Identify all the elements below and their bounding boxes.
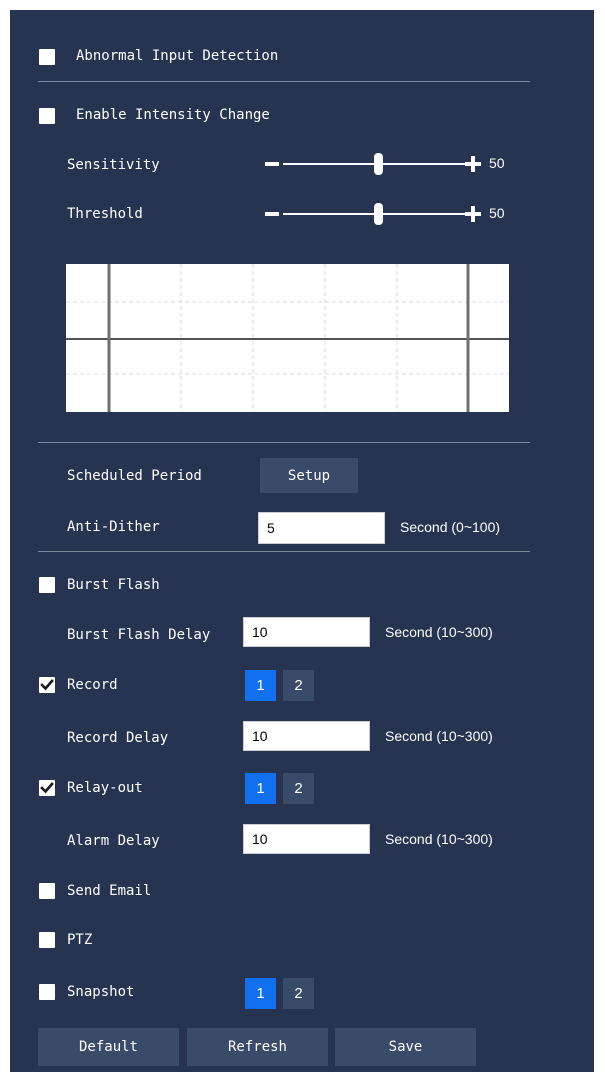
send-email-label: Send Email <box>67 883 152 899</box>
anti-dither-label: Anti-Dither <box>67 519 160 535</box>
default-button[interactable]: Default <box>38 1028 179 1066</box>
minus-icon[interactable] <box>265 212 279 216</box>
snapshot-channel-2[interactable]: 2 <box>283 978 314 1009</box>
alarm-delay-input[interactable]: 10 <box>243 824 370 854</box>
divider <box>38 81 530 82</box>
send-email-checkbox[interactable] <box>39 883 55 899</box>
refresh-button[interactable]: Refresh <box>187 1028 328 1066</box>
scheduled-period-label: Scheduled Period <box>67 468 202 484</box>
relay-out-channel-1[interactable]: 1 <box>245 773 276 804</box>
checkmark-icon <box>40 782 54 794</box>
intensity-graph <box>66 264 509 412</box>
divider <box>38 551 530 552</box>
snapshot-label: Snapshot <box>67 984 135 1000</box>
relay-out-channel-2[interactable]: 2 <box>283 773 314 804</box>
plus-icon-vertical <box>471 206 475 222</box>
record-checkbox[interactable] <box>39 677 55 693</box>
snapshot-checkbox[interactable] <box>39 984 55 1000</box>
save-button[interactable]: Save <box>335 1028 476 1066</box>
burst-flash-delay-label: Burst Flash Delay <box>67 627 211 643</box>
sensitivity-value: 50 <box>489 155 505 171</box>
anti-dither-input[interactable]: 5 <box>258 512 385 544</box>
threshold-value: 50 <box>489 205 505 221</box>
record-label: Record <box>67 677 118 693</box>
alarm-delay-unit: Second (10~300) <box>385 831 493 847</box>
threshold-label: Threshold <box>67 206 143 222</box>
minus-icon[interactable] <box>265 162 279 166</box>
ptz-label: PTZ <box>67 932 93 948</box>
abnormal-input-checkbox[interactable] <box>39 49 55 65</box>
relay-out-checkbox[interactable] <box>39 780 55 796</box>
burst-flash-label: Burst Flash <box>67 577 160 593</box>
record-channel-1[interactable]: 1 <box>245 670 276 701</box>
plus-icon-vertical <box>471 156 475 172</box>
setup-button[interactable]: Setup <box>260 458 358 493</box>
slider-thumb[interactable] <box>373 203 383 225</box>
ptz-checkbox[interactable] <box>39 932 55 948</box>
alarm-settings-panel: Abnormal Input Detection Enable Intensit… <box>10 10 594 1072</box>
intensity-change-checkbox[interactable] <box>39 108 55 124</box>
record-delay-input[interactable]: 10 <box>243 721 370 751</box>
threshold-slider[interactable]: 50 <box>265 201 525 227</box>
record-delay-label: Record Delay <box>67 730 169 746</box>
intensity-graph-canvas <box>66 264 509 412</box>
abnormal-input-label: Abnormal Input Detection <box>76 48 279 64</box>
relay-out-label: Relay-out <box>67 780 143 796</box>
burst-flash-checkbox[interactable] <box>39 577 55 593</box>
burst-flash-delay-input[interactable]: 10 <box>243 617 370 647</box>
record-channel-2[interactable]: 2 <box>283 670 314 701</box>
checkmark-icon <box>40 679 54 691</box>
intensity-change-label: Enable Intensity Change <box>76 107 270 123</box>
alarm-delay-label: Alarm Delay <box>67 833 160 849</box>
record-delay-unit: Second (10~300) <box>385 728 493 744</box>
sensitivity-slider[interactable]: 50 <box>265 151 525 177</box>
burst-flash-delay-unit: Second (10~300) <box>385 624 493 640</box>
slider-thumb[interactable] <box>373 153 383 175</box>
graph-grid <box>66 264 509 412</box>
divider <box>38 442 530 443</box>
anti-dither-unit: Second (0~100) <box>400 519 501 535</box>
sensitivity-label: Sensitivity <box>67 157 160 173</box>
snapshot-channel-1[interactable]: 1 <box>245 978 276 1009</box>
